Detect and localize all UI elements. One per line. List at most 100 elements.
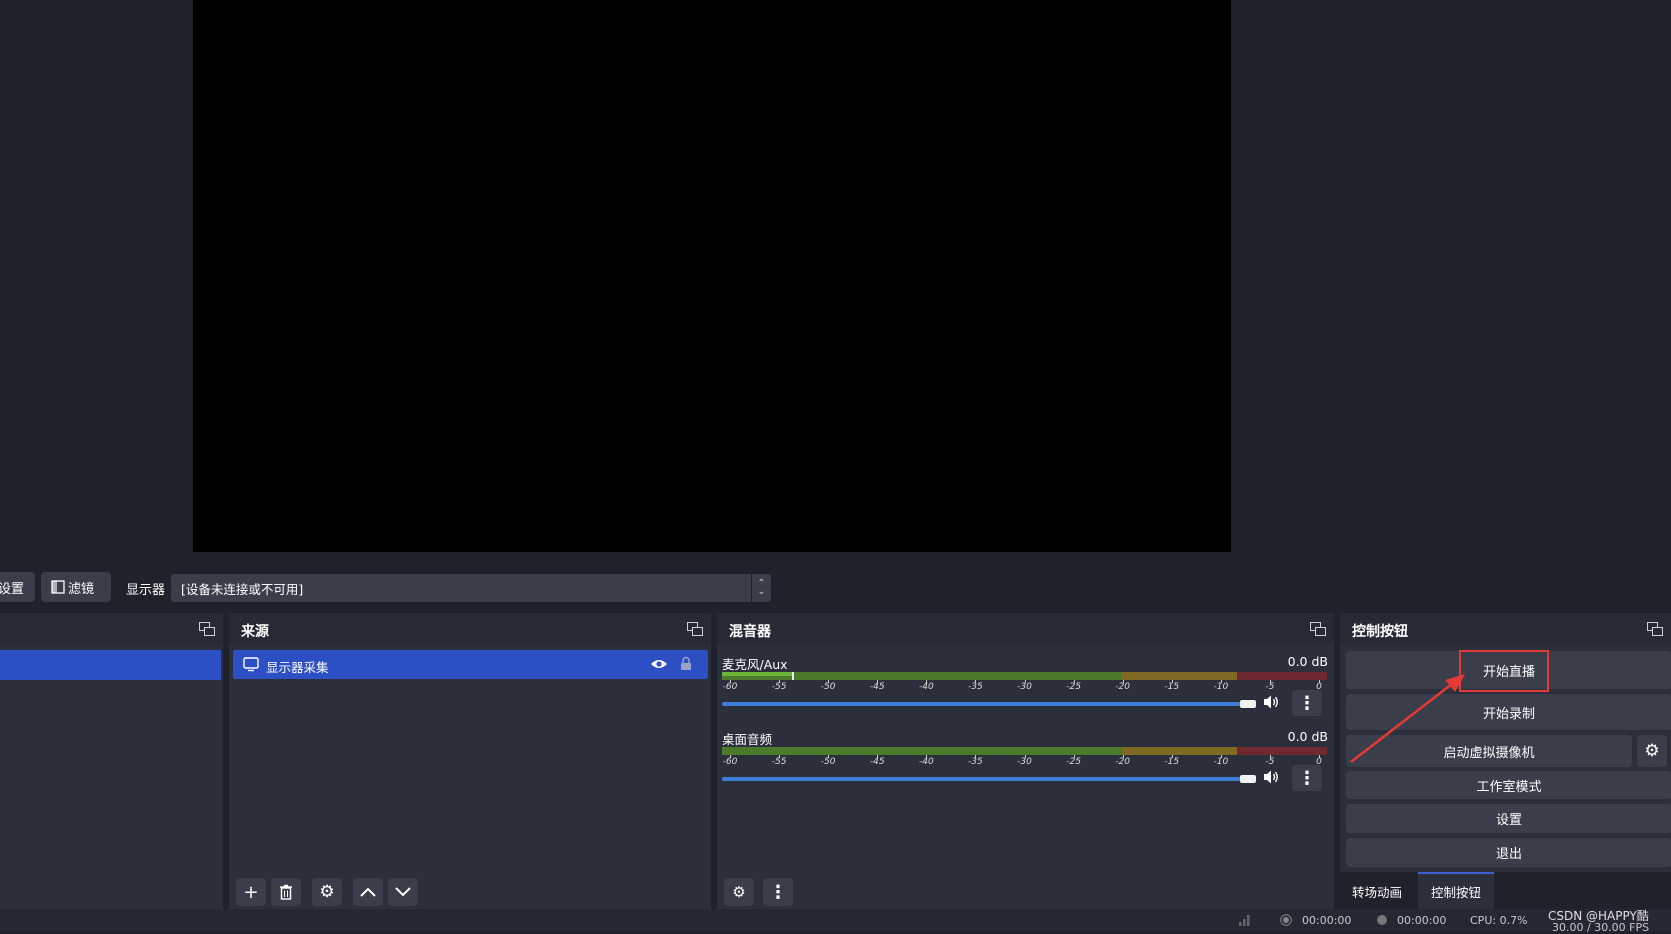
sources-title: 来源	[241, 624, 269, 640]
speaker-icon[interactable]	[1262, 769, 1280, 785]
lock-icon[interactable]	[680, 656, 692, 671]
record-time: 00:00:00	[1397, 914, 1447, 927]
gear-icon: ⚙	[1644, 741, 1660, 761]
more-vertical-icon: ⋮	[769, 881, 787, 903]
exit-label: 退出	[1495, 847, 1522, 862]
tab-controls-label: 控制按钮	[1430, 885, 1481, 900]
filters-label: 滤镜	[68, 581, 95, 597]
controls-title: 控制按钮	[1352, 624, 1408, 640]
stream-status-icon	[1280, 914, 1292, 926]
status-bar: 00:00:00 00:00:00 CPU: 0.7% 30.00 / 30.0…	[0, 909, 1671, 934]
more-vertical-icon: ⋮	[1298, 692, 1316, 714]
channel-name: 麦克风/Aux	[722, 657, 788, 672]
volume-slider[interactable]	[722, 777, 1242, 781]
scale-tick-label: -30	[1017, 682, 1032, 692]
gear-icon: ⚙	[319, 882, 335, 902]
trash-icon	[280, 884, 292, 900]
float-dock-icon[interactable]	[1647, 622, 1663, 636]
scale-tick-label: -10	[1213, 682, 1229, 692]
channel-db: 0.0 dB	[1287, 654, 1328, 669]
scale-tick-label: -15	[1164, 682, 1180, 692]
sources-dock-title-bar: 来源	[229, 613, 711, 645]
start-recording-label: 开始录制	[1482, 706, 1535, 722]
scale-tick-label: -60	[722, 757, 738, 767]
source-item[interactable]: 显示器采集	[233, 650, 708, 679]
channel-db: 0.0 dB	[1287, 729, 1328, 744]
record-status-icon	[1377, 915, 1387, 925]
advanced-audio-button[interactable]: ⚙	[724, 878, 754, 906]
scale-tick-label: -55	[771, 757, 787, 767]
signal-bars-icon	[1239, 915, 1250, 926]
channel-name: 桌面音频	[722, 732, 773, 747]
scale-tick-label: -20	[1115, 682, 1131, 692]
add-source-button[interactable]: +	[236, 878, 266, 906]
scale-tick-label: -55	[771, 682, 787, 692]
move-down-button[interactable]	[388, 878, 418, 906]
channel-menu-button[interactable]: ⋮	[1292, 765, 1322, 791]
spin-arrows-icon: ⌃ ⌄	[751, 574, 771, 602]
scale-tick-label: -45	[869, 682, 885, 692]
chevron-down-icon	[395, 887, 411, 897]
watermark-text: CSDN @HAPPY酷	[1548, 909, 1649, 923]
tab-transitions-label: 转场动画	[1351, 885, 1402, 900]
more-vertical-icon: ⋮	[1298, 767, 1316, 789]
meter-scale: -60 -55 -50 -45 -40 -35 -30 -25 -20 -15 -10 -5 0	[722, 755, 1327, 769]
settings-label: 设置	[1495, 813, 1522, 828]
filter-icon	[51, 580, 65, 594]
scale-tick-label: -50	[820, 682, 836, 692]
meter-level-fill	[722, 672, 794, 676]
source-item-label: 显示器采集	[266, 660, 329, 675]
volume-slider[interactable]	[722, 702, 1242, 706]
float-dock-icon[interactable]	[199, 622, 215, 636]
volume-slider-handle[interactable]	[1240, 700, 1256, 708]
display-select[interactable]: [设备未连接或不可用] ⌃ ⌄	[171, 574, 771, 602]
source-properties-button[interactable]: ⚙	[312, 878, 342, 906]
filters-button[interactable]: 滤镜	[41, 572, 111, 602]
scale-tick-label: -5	[1265, 682, 1275, 692]
studio-mode-label: 工作室模式	[1476, 779, 1542, 795]
annotation-arrow	[1350, 674, 1465, 763]
virtual-camera-settings-button[interactable]: ⚙	[1637, 735, 1667, 767]
scale-tick-label: -20	[1115, 757, 1131, 767]
studio-mode-button[interactable]: 工作室模式	[1346, 771, 1671, 799]
meter-scale: -60 -55 -50 -45 -40 -35 -30 -25 -20 -15 -10 -5 0	[722, 680, 1327, 694]
scale-tick-label: -45	[869, 757, 885, 767]
volume-slider-handle[interactable]	[1240, 775, 1256, 783]
scale-tick-label: -50	[820, 757, 836, 767]
scene-item-selected[interactable]	[0, 650, 221, 680]
scale-tick-label: -35	[968, 757, 983, 767]
scale-tick-label: -30	[1017, 757, 1032, 767]
mixer-title: 混音器	[729, 624, 771, 640]
tab-controls[interactable]: 控制按钮	[1418, 872, 1494, 909]
scenes-dock-title-bar	[0, 613, 223, 645]
scale-tick-label: -5	[1265, 757, 1275, 767]
scale-tick-label: -25	[1066, 682, 1081, 692]
gears-icon: ⚙	[732, 883, 746, 901]
scale-tick-label: -35	[968, 682, 983, 692]
monitor-icon	[243, 657, 259, 672]
mixer-dock: 混音器 麦克风/Aux 0.0 dB -60 -55 -50 -45 -40 -35 -30…	[717, 613, 1334, 909]
move-up-button[interactable]	[353, 878, 383, 906]
preview-canvas[interactable]	[193, 0, 1231, 552]
properties-button[interactable]: 设置	[0, 572, 35, 602]
speaker-icon[interactable]	[1262, 694, 1280, 710]
float-dock-icon[interactable]	[1310, 622, 1326, 636]
scale-tick-label: -60	[722, 682, 738, 692]
scale-tick-label: -15	[1164, 757, 1180, 767]
highlight-box	[1459, 650, 1549, 692]
tab-transitions[interactable]: 转场动画	[1342, 874, 1412, 909]
settings-button[interactable]: 设置	[1346, 804, 1671, 833]
scale-tick-label: -25	[1066, 757, 1081, 767]
controls-dock-title-bar: 控制按钮	[1340, 613, 1671, 645]
mixer-menu-button[interactable]: ⋮	[763, 878, 793, 906]
audio-meter	[722, 672, 1327, 680]
sources-dock: 来源 显示器采集 + ⚙	[229, 613, 711, 909]
source-context-toolbar: 设置 滤镜 显示器 [设备未连接或不可用] ⌃ ⌄	[0, 563, 1671, 613]
float-dock-icon[interactable]	[687, 622, 703, 636]
exit-button[interactable]: 退出	[1346, 838, 1671, 867]
scale-tick-label: -10	[1213, 757, 1229, 767]
remove-source-button[interactable]	[271, 878, 301, 906]
channel-menu-button[interactable]: ⋮	[1292, 690, 1322, 716]
eye-icon[interactable]	[650, 658, 668, 670]
properties-label: 设置	[0, 581, 25, 597]
